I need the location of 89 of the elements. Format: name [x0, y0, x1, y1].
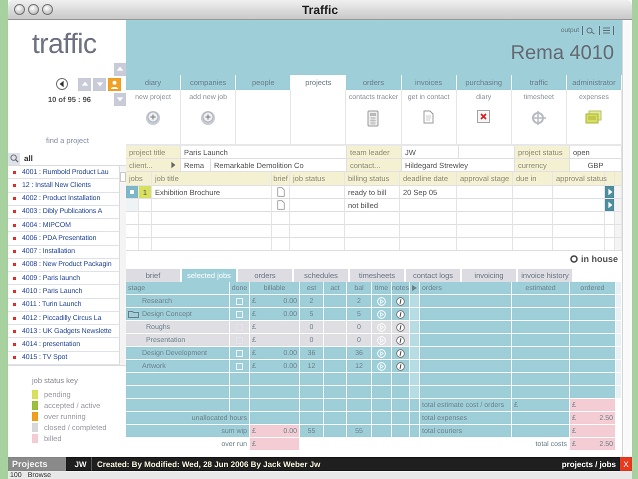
user-button[interactable] — [108, 78, 121, 90]
add-icon — [145, 110, 162, 126]
table-cell — [570, 347, 616, 360]
play-icon[interactable] — [377, 348, 386, 358]
done-checkbox[interactable] — [236, 362, 243, 370]
previous-record-button[interactable] — [78, 78, 91, 90]
location-label: in house — [580, 254, 618, 264]
row-selector[interactable] — [126, 186, 139, 198]
scrollbar[interactable] — [119, 166, 126, 365]
play-icon[interactable] — [377, 336, 386, 344]
table-cell — [512, 334, 570, 347]
table-cell — [512, 347, 570, 360]
document-icon — [423, 110, 434, 124]
module-label: Projects — [8, 457, 66, 471]
table-cell — [250, 399, 300, 412]
table-cell — [250, 386, 300, 399]
up-arrow-icon — [80, 80, 88, 88]
close-button[interactable]: X — [620, 457, 632, 471]
row-selector[interactable] — [126, 199, 139, 211]
record-title: Rema 4010 — [510, 42, 614, 65]
expand-icon[interactable] — [412, 285, 417, 291]
app-logo: traffic — [31, 27, 98, 61]
back-button[interactable] — [56, 78, 68, 90]
info-icon[interactable] — [396, 310, 405, 318]
table-cell — [392, 399, 410, 412]
table-cell — [324, 373, 347, 386]
down-arrow-icon — [96, 80, 104, 88]
next-record-button[interactable] — [93, 78, 106, 90]
table-cell — [512, 321, 570, 334]
play-icon[interactable] — [377, 322, 386, 332]
table-cell — [410, 373, 420, 386]
record-info: Created: By Modified: Wed, 28 Jun 2006 By Jack Weber Jw — [96, 458, 322, 471]
table-cell — [347, 399, 372, 412]
left-arrow-icon — [58, 80, 66, 88]
table-cell — [570, 360, 616, 373]
table-cell — [372, 399, 392, 412]
table-cell — [372, 412, 392, 425]
info-icon[interactable] — [396, 362, 405, 370]
breadcrumb-link[interactable]: projects / jobs — [562, 457, 620, 471]
play-icon[interactable] — [377, 362, 386, 370]
table-cell — [300, 386, 324, 399]
info-icon[interactable] — [396, 296, 405, 306]
table-cell — [392, 412, 410, 425]
table-cell — [324, 386, 347, 399]
window-title: Traffic — [300, 2, 339, 16]
search-icon — [10, 154, 18, 163]
first-record-button[interactable] — [114, 62, 126, 76]
table-cell — [512, 360, 570, 373]
play-icon[interactable] — [377, 296, 386, 306]
table-cell — [372, 386, 392, 399]
info-icon[interactable] — [396, 348, 405, 358]
play-icon[interactable] — [377, 310, 386, 318]
table-cell — [392, 386, 410, 399]
table-cell — [392, 425, 410, 438]
table-cell — [512, 308, 570, 321]
info-icon[interactable] — [396, 336, 405, 344]
done-checkbox[interactable] — [236, 310, 243, 318]
last-record-button[interactable] — [114, 92, 126, 106]
window-control-button[interactable] — [14, 4, 25, 15]
selection-marker — [130, 190, 134, 194]
radio-icon[interactable] — [570, 255, 578, 263]
table-cell — [300, 399, 324, 412]
add-icon — [200, 110, 216, 126]
search-field[interactable]: all — [8, 152, 126, 166]
table-cell — [324, 399, 347, 412]
right-arrow-icon — [169, 161, 177, 169]
window-control-button[interactable] — [42, 4, 53, 15]
window-control-button[interactable] — [28, 4, 39, 15]
table-cell — [570, 321, 616, 334]
cancel-icon — [477, 110, 490, 123]
table-cell — [512, 373, 570, 386]
down-arrow-icon — [116, 95, 124, 103]
info-icon[interactable] — [396, 322, 405, 332]
done-checkbox[interactable] — [236, 350, 243, 356]
search-icon[interactable] — [586, 26, 596, 34]
menu-icon[interactable] — [603, 27, 610, 34]
table-cell — [410, 386, 420, 399]
up-arrow-icon — [116, 65, 124, 73]
table-cell — [570, 373, 616, 386]
timer-icon — [530, 110, 547, 126]
table-cell — [570, 334, 616, 347]
done-checkbox[interactable] — [236, 298, 243, 304]
folder-icon — [128, 310, 140, 318]
table-cell — [347, 386, 372, 399]
calculator-icon — [367, 110, 380, 127]
table-cell — [324, 412, 347, 425]
table-cell — [570, 308, 616, 321]
notes-icon — [585, 110, 602, 124]
table-cell — [230, 386, 250, 399]
